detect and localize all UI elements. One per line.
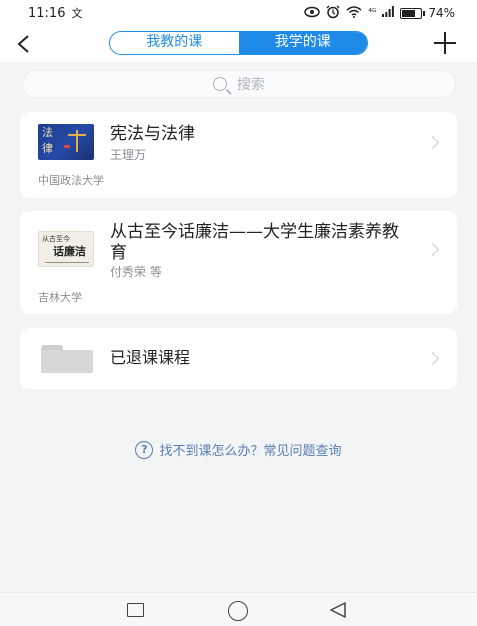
search-icon [213, 77, 227, 91]
chevron-right-icon [426, 352, 439, 365]
system-nav-bar [0, 592, 477, 626]
help-text: 找不到课怎么办？常见问题查询 [159, 444, 342, 459]
battery-percent: 74% [428, 6, 455, 20]
search-input[interactable]: 搜索 [22, 70, 456, 98]
triangle-back-icon [330, 602, 346, 618]
dropped-courses-card[interactable]: 已退课课程 [20, 328, 457, 389]
course-teacher: 王理万 [110, 148, 147, 162]
chevron-right-icon [426, 136, 439, 149]
course-cover: 从古至今 话廉洁 [38, 231, 94, 267]
course-cover: 法律 [38, 124, 94, 160]
tab-teaching[interactable]: 我教的课 [110, 32, 239, 54]
recent-apps-button[interactable] [127, 603, 144, 617]
notification-icon: 文 [71, 7, 83, 20]
status-right: ⁴ᴳ 74% [304, 5, 455, 22]
help-link[interactable]: ? 找不到课怎么办？常见问题查询 [0, 440, 477, 459]
status-bar: 11:16 文 ⁴ᴳ 74% [0, 0, 477, 26]
signal-icon [382, 6, 395, 20]
search-placeholder: 搜索 [237, 77, 265, 93]
wifi-icon [346, 5, 362, 21]
chevron-right-icon [426, 243, 439, 256]
cover-mark [64, 145, 70, 148]
course-title: 从古至今话廉洁——大学生廉洁素养教育 [110, 222, 399, 263]
course-card[interactable]: 法律 宪法与法律 王理万 中国政法大学 [20, 112, 457, 198]
tab-learning[interactable]: 我学的课 [238, 32, 367, 54]
alarm-icon [326, 5, 340, 22]
folder-icon [41, 345, 93, 373]
battery-icon [400, 7, 426, 19]
header: 我教的课 我学的课 [0, 26, 477, 62]
network-type: ⁴ᴳ [368, 8, 377, 18]
back-nav-button[interactable] [329, 602, 347, 618]
cover-text: 法律 [42, 126, 53, 155]
eye-icon [304, 6, 321, 21]
cover-text-main: 话廉洁 [53, 245, 86, 258]
status-time: 11:16 [28, 5, 66, 21]
question-icon: ? [135, 440, 154, 459]
course-teacher: 付秀荣 等 [110, 265, 162, 279]
course-tabs: 我教的课 我学的课 [109, 31, 368, 55]
cover-rule [45, 262, 89, 263]
course-school: 中国政法大学 [38, 174, 104, 187]
course-title: 宪法与法律 [110, 124, 195, 144]
battery-level [402, 9, 415, 17]
status-left: 11:16 文 [28, 5, 82, 21]
home-button[interactable] [228, 601, 248, 621]
back-button[interactable] [16, 30, 40, 58]
back-arrow-icon [17, 35, 29, 53]
course-school: 吉林大学 [38, 291, 82, 304]
course-card[interactable]: 从古至今 话廉洁 从古至今话廉洁——大学生廉洁素养教育 付秀荣 等 吉林大学 [20, 211, 457, 314]
scale-icon [68, 130, 86, 152]
add-button[interactable] [431, 29, 459, 57]
dropped-courses-title: 已退课课程 [110, 348, 191, 367]
